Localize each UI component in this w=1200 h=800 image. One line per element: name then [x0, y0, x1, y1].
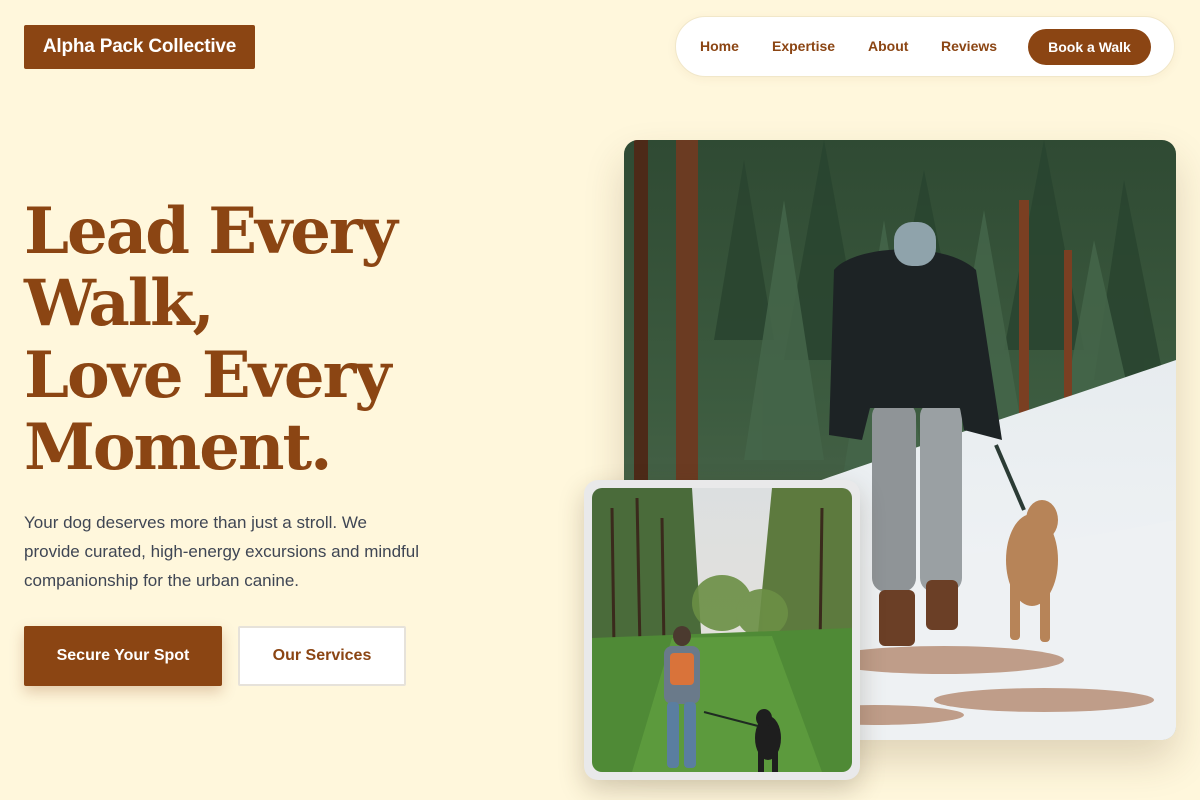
inset-photo [592, 488, 852, 772]
meadow-walk-image [592, 488, 852, 772]
secure-spot-button[interactable]: Secure Your Spot [24, 626, 222, 686]
headline-line: Love Every [24, 338, 391, 413]
nav-link-reviews[interactable]: Reviews [941, 38, 997, 54]
inset-photo-frame [584, 480, 860, 780]
our-services-button[interactable]: Our Services [238, 626, 406, 686]
nav-link-about[interactable]: About [868, 38, 908, 54]
hero-description: Your dog deserves more than just a strol… [24, 513, 420, 590]
brand-logo[interactable]: Alpha Pack Collective [24, 25, 255, 69]
headline-line: Moment. [24, 410, 332, 485]
headline-line: Walk, [24, 266, 215, 341]
hero-headline: Lead Every Walk, Love Every Moment. [24, 196, 444, 484]
nav-link-expertise[interactable]: Expertise [772, 38, 835, 54]
headline-line: Lead Every [24, 194, 398, 269]
book-walk-button[interactable]: Book a Walk [1028, 29, 1151, 65]
nav-link-home[interactable]: Home [700, 38, 739, 54]
main-nav: Home Expertise About Reviews Book a Walk [675, 16, 1175, 77]
